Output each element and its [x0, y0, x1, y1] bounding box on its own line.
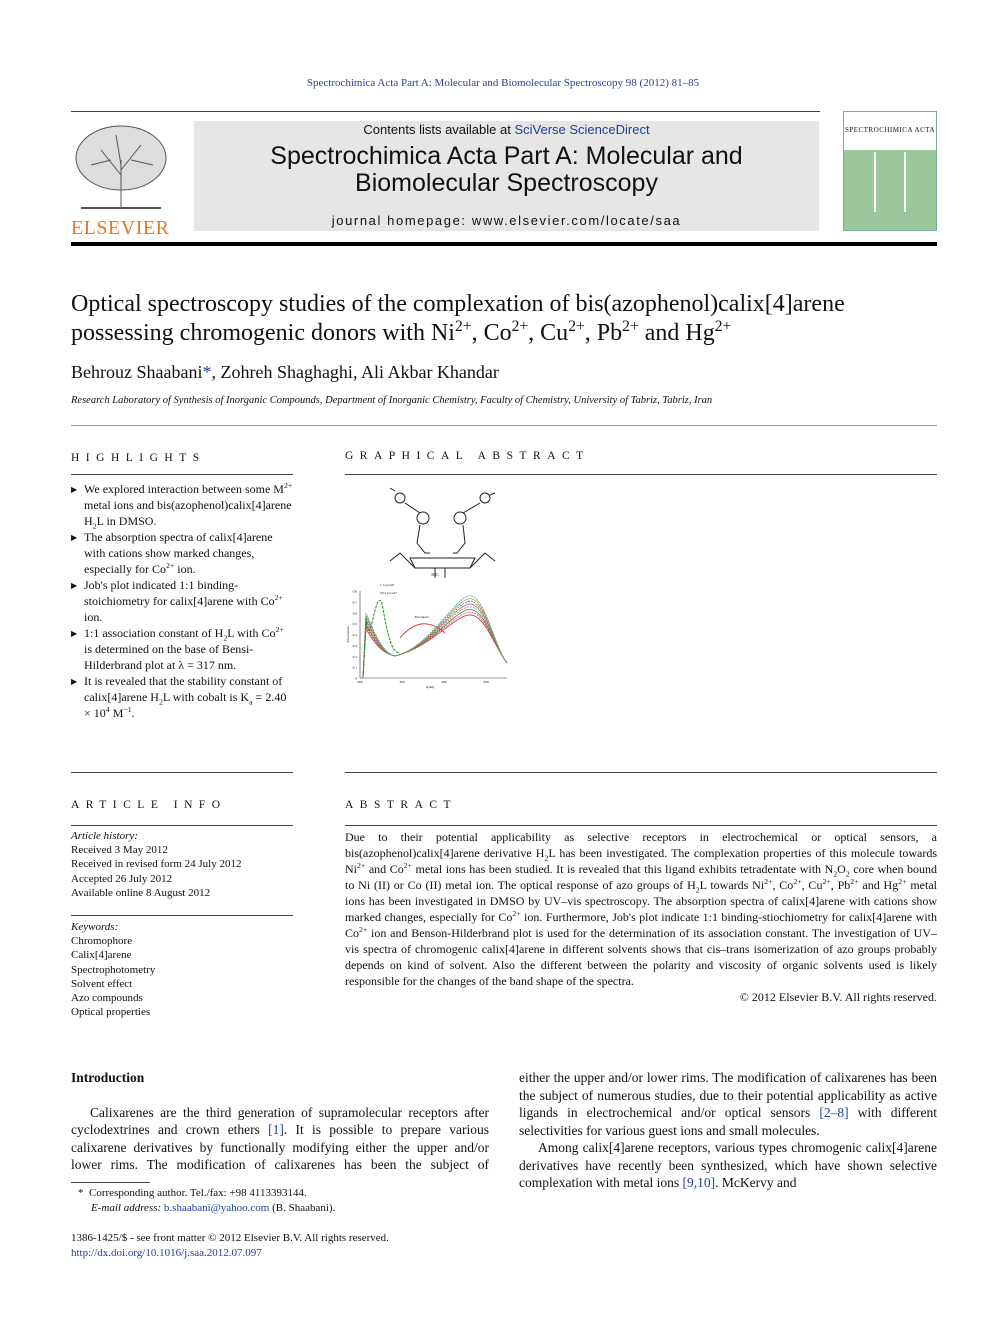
intro-paragraph: Among calix[4]arene receptors, various t…	[519, 1140, 937, 1190]
email-label: E-mail address:	[91, 1201, 162, 1214]
divider	[71, 474, 293, 475]
doi-link[interactable]: http://dx.doi.org/10.1016/j.saa.2012.07.…	[71, 1247, 262, 1259]
highlight-item: 1:1 association constant of H2L with Co2…	[71, 625, 293, 673]
divider	[345, 474, 937, 475]
y-tick-label: 0.6	[353, 611, 358, 615]
journal-header: Contents lists available at SciVerse Sci…	[194, 121, 819, 231]
citation-link[interactable]: [1]	[268, 1122, 284, 1137]
journal-cover: SPECTROCHIMICA ACTA	[843, 111, 937, 231]
history-label: Article history:	[71, 830, 138, 842]
coauthors: , Zohreh Shaghaghi, Ali Akbar Khandar	[211, 362, 499, 382]
uv-vis-chart: 00.10.20.30.40.50.60.70.8200 300 400 500λ(n…	[346, 583, 508, 689]
chart-annotation: Free ligand	[415, 615, 429, 619]
divider	[71, 425, 937, 426]
y-tick-label: 0.5	[353, 622, 358, 626]
keyword: Chromophore	[71, 935, 133, 948]
spectrum-line	[362, 595, 508, 679]
history-item: Available online 8 August 2012	[71, 886, 211, 899]
intro-paragraph: Calixarenes are the third generation of …	[71, 1104, 489, 1173]
author[interactable]: Behrouz Shaabani	[71, 362, 202, 382]
keyword: Calix[4]arene	[71, 949, 132, 962]
abstract-heading: ABSTRACT	[345, 799, 458, 811]
footer: 1386-1425/$ - see front matter © 2012 El…	[71, 1231, 389, 1260]
history-item: Received in revised form 24 July 2012	[71, 858, 242, 871]
abstract-copyright: © 2012 Elsevier B.V. All rights reserved…	[739, 990, 937, 1004]
divider	[71, 772, 293, 773]
highlight-item: Job's plot indicated 1:1 binding-stoichi…	[71, 577, 293, 625]
journal-reference[interactable]: Spectrochimica Acta Part A: Molecular an…	[0, 77, 992, 89]
divider	[71, 825, 293, 826]
footnote-rule	[71, 1182, 150, 1183]
graphical-abstract-heading: GRAPHICAL ABSTRACT	[345, 450, 590, 462]
x-tick-label: 300	[399, 680, 405, 684]
elsevier-logo: ELSEVIER	[71, 120, 171, 239]
keyword: Azo compounds	[71, 992, 143, 1005]
chart-annotation: 0:0.5 eq Cu2+	[380, 591, 397, 595]
intro-right-column: either the upper and/or lower rims. The …	[519, 1069, 937, 1192]
x-tick-label: 200	[357, 680, 363, 684]
issn-line: 1386-1425/$ - see front matter © 2012 El…	[71, 1232, 389, 1244]
affiliation: Research Laboratory of Synthesis of Inor…	[71, 395, 713, 406]
footnote-text: Corresponding author. Tel./fax: +98 4113…	[89, 1187, 307, 1199]
intro-paragraph-continued: either the upper and/or lower rims. The …	[519, 1070, 937, 1138]
y-tick-label: 0.7	[353, 600, 358, 604]
graphical-abstract-figure: H2L 00.10.20.30.40.50.60.70.8200 300 400 50…	[346, 487, 508, 689]
keywords: Keywords: Chromophore Calix[4]arene Spec…	[71, 920, 293, 1019]
contents-text: Contents lists available at	[363, 122, 515, 137]
email-link[interactable]: b.shaabani@yahoo.com	[164, 1202, 269, 1214]
y-tick-label: 0.4	[353, 633, 358, 637]
history-item: Received 3 May 2012	[71, 844, 168, 857]
y-tick-label: 0.2	[353, 655, 358, 659]
tree-icon	[75, 125, 167, 209]
y-axis-label: Absorbance	[346, 626, 350, 643]
intro-left-column: Introduction Calixarenes are the third g…	[71, 1069, 489, 1174]
spectrum-line	[362, 611, 508, 679]
y-tick-label: 0.3	[353, 644, 358, 648]
x-tick-label: 400	[441, 680, 447, 684]
citation-link[interactable]: [9,10]	[682, 1175, 715, 1190]
molecule-structure	[389, 487, 496, 578]
article-info-heading: ARTICLE INFO	[71, 799, 227, 811]
keyword: Optical properties	[71, 1006, 151, 1019]
article-history: Article history: Received 3 May 2012 Rec…	[71, 829, 293, 900]
highlight-item: We explored interaction between some M2+…	[71, 481, 293, 530]
authors: Behrouz Shaabani*, Zohreh Shaghaghi, Ali…	[71, 362, 499, 383]
x-tick-label: 500	[483, 680, 489, 684]
y-tick-label: 0.1	[353, 666, 358, 670]
cover-title: SPECTROCHIMICA ACTA	[844, 112, 936, 150]
footnote: * Corresponding author. Tel./fax: +98 41…	[78, 1187, 336, 1214]
chart-annotation: 1:1 eq Cu2+	[380, 583, 395, 587]
keyword: Solvent effect	[71, 977, 133, 990]
publisher-name: ELSEVIER	[71, 217, 170, 239]
highlight-item: It is revealed that the stability consta…	[71, 673, 293, 721]
divider	[71, 111, 820, 112]
header-rule	[71, 242, 937, 246]
keywords-label: Keywords:	[71, 921, 119, 933]
divider	[345, 772, 937, 773]
spectrum-line	[362, 598, 508, 679]
molecule-label: H2L	[431, 572, 439, 577]
y-tick-label: 0.8	[353, 590, 358, 594]
divider	[345, 825, 937, 826]
citation-link[interactable]: [2–8]	[819, 1105, 848, 1120]
spectrum-line	[362, 599, 401, 679]
x-axis-label: λ(nm)	[426, 685, 435, 689]
keyword: Spectrophotometry	[71, 963, 156, 976]
divider	[71, 915, 293, 916]
history-item: Accepted 26 July 2012	[71, 872, 173, 885]
highlights-heading: HIGHLIGHTS	[71, 452, 206, 464]
abstract-text: Due to their potential applicability as …	[345, 830, 937, 988]
highlights-list: We explored interaction between some M2+…	[71, 481, 293, 721]
journal-title: Spectrochimica Acta Part A: Molecular an…	[270, 142, 743, 197]
article-title: Optical spectroscopy studies of the comp…	[71, 291, 845, 346]
intro-heading: Introduction	[71, 1070, 145, 1085]
abstract-body: Due to their potential applicability as …	[345, 829, 937, 1005]
journal-homepage[interactable]: journal homepage: www.elsevier.com/locat…	[194, 213, 819, 228]
sciencedirect-link[interactable]: SciVerse ScienceDirect	[514, 122, 649, 137]
highlight-item: The absorption spectra of calix[4]arene …	[71, 529, 293, 577]
